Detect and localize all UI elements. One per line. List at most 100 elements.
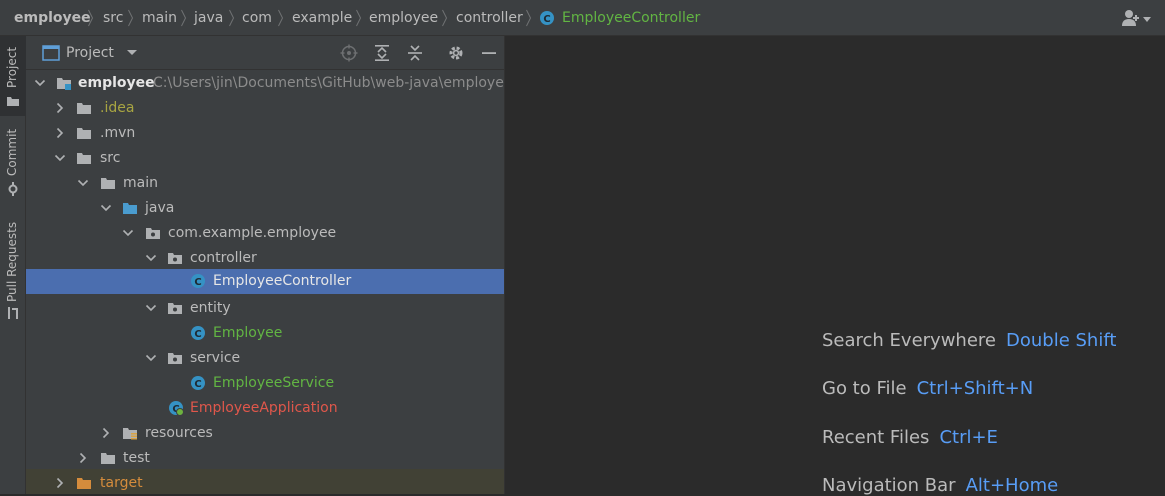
hint-shortcut: Ctrl+Shift+N: [916, 378, 1034, 399]
tree-label: com.example.employee: [168, 225, 337, 241]
hint-label: Navigation Bar: [822, 475, 956, 496]
chevron-down-icon[interactable]: [145, 302, 157, 314]
pull-request-icon: [6, 306, 20, 320]
hint-label: Recent Files: [822, 427, 930, 448]
folder-icon: [76, 125, 92, 141]
chevron-down-icon[interactable]: [122, 227, 134, 239]
folder-icon: [6, 94, 20, 108]
tree-row-service[interactable]: service: [26, 346, 504, 371]
tree-row-src[interactable]: src: [26, 146, 504, 171]
project-panel-title[interactable]: Project: [66, 45, 114, 61]
chevron-down-icon[interactable]: [34, 77, 46, 89]
class-icon: C: [190, 273, 206, 289]
editor-area: Search Everywhere Double Shift Go to File…: [505, 36, 1165, 496]
locate-file-icon[interactable]: [340, 44, 358, 62]
breadcrumb-separator-icon: [442, 9, 447, 27]
tree-row-test[interactable]: test: [26, 446, 504, 471]
tree-label: EmployeeController: [213, 273, 352, 289]
chevron-right-icon[interactable]: [54, 477, 66, 489]
tree-row-entity[interactable]: entity: [26, 296, 504, 321]
chevron-right-icon[interactable]: [54, 102, 66, 114]
tree-row-mvn[interactable]: .mvn: [26, 121, 504, 146]
breadcrumb-separator-icon: [526, 9, 531, 27]
stripe-tab-commit[interactable]: Commit: [0, 126, 26, 206]
chevron-right-icon[interactable]: [100, 427, 112, 439]
chevron-down-icon[interactable]: [145, 252, 157, 264]
breadcrumb-separator-icon: [88, 9, 93, 27]
breadcrumb-employee[interactable]: employee: [369, 10, 438, 26]
breadcrumb-main[interactable]: main: [142, 10, 177, 26]
tree-label: test: [123, 450, 150, 466]
tree-label: EmployeeService: [213, 375, 335, 391]
hint-label: Search Everywhere: [822, 330, 996, 351]
breadcrumb-com[interactable]: com: [242, 10, 272, 26]
breadcrumb-current-file[interactable]: EmployeeController: [562, 10, 700, 26]
tree-label: resources: [145, 425, 213, 441]
package-icon: [167, 350, 183, 366]
tree-label: Employee: [213, 325, 283, 341]
chevron-down-icon[interactable]: [145, 352, 157, 364]
excluded-folder-icon: [76, 475, 92, 491]
tree-row-root[interactable]: employee C:\Users\jin\Documents\GitHub\w…: [26, 71, 505, 96]
tree-row-controller[interactable]: controller: [26, 246, 504, 271]
collapse-all-icon[interactable]: [406, 44, 424, 62]
tree-label: src: [100, 150, 121, 166]
project-panel-header: Project: [26, 36, 504, 70]
hint-navigation-bar[interactable]: Navigation Bar Alt+Home: [822, 475, 1058, 496]
breadcrumb-separator-icon: [128, 9, 133, 27]
hint-recent-files[interactable]: Recent Files Ctrl+E: [822, 427, 998, 448]
chevron-right-icon[interactable]: [77, 452, 89, 464]
tree-row-package[interactable]: com.example.employee: [26, 221, 504, 246]
stripe-label-project: Project: [5, 46, 19, 88]
chevron-down-icon[interactable]: [54, 152, 66, 164]
tree-row-java[interactable]: java: [26, 196, 504, 221]
chevron-right-icon[interactable]: [54, 127, 66, 139]
spring-boot-class-icon: C: [168, 400, 184, 416]
stripe-label-commit: Commit: [5, 128, 19, 176]
package-icon: [167, 250, 183, 266]
chevron-down-icon[interactable]: [77, 177, 89, 189]
package-icon: [167, 300, 183, 316]
breadcrumb-separator-icon: [356, 9, 361, 27]
breadcrumb-java[interactable]: java: [194, 10, 223, 26]
tree-row-employee-application[interactable]: C EmployeeApplication: [26, 396, 504, 421]
folder-icon: [100, 175, 116, 191]
resources-folder-icon: [122, 425, 138, 441]
expand-all-icon[interactable]: [373, 44, 391, 62]
tree-label: controller: [190, 250, 257, 266]
tree-label: target: [100, 475, 143, 491]
module-folder-icon: [56, 75, 72, 91]
minimize-icon[interactable]: [480, 44, 498, 62]
tree-row-employee-service[interactable]: C EmployeeService: [26, 371, 504, 396]
gear-icon[interactable]: [447, 44, 465, 62]
folder-icon: [76, 100, 92, 116]
tree-row-idea[interactable]: .idea: [26, 96, 504, 121]
hint-shortcut: Ctrl+E: [939, 427, 998, 448]
breadcrumb-project[interactable]: employee: [14, 10, 91, 26]
chevron-down-icon[interactable]: [100, 202, 112, 214]
hint-go-to-file[interactable]: Go to File Ctrl+Shift+N: [822, 378, 1033, 399]
breadcrumb-src[interactable]: src: [103, 10, 123, 26]
class-icon: C: [539, 10, 555, 26]
tree-row-resources[interactable]: resources: [26, 421, 504, 446]
tree-row-target[interactable]: target: [26, 469, 504, 494]
stripe-tab-project[interactable]: Project: [0, 36, 26, 116]
folder-icon: [100, 450, 116, 466]
tree-row-main[interactable]: main: [26, 171, 504, 196]
class-icon: C: [190, 325, 206, 341]
tree-row-employee-controller[interactable]: C EmployeeController: [26, 269, 504, 294]
tree-root-path: C:\Users\jin\Documents\GitHub\web-java\e…: [153, 75, 505, 91]
tree-label: main: [123, 175, 158, 191]
svg-text:C: C: [194, 329, 201, 340]
breadcrumb-controller[interactable]: controller: [456, 10, 523, 26]
breadcrumb-example[interactable]: example: [292, 10, 352, 26]
tree-label: .idea: [100, 100, 135, 116]
folder-icon: [76, 150, 92, 166]
chevron-down-icon[interactable]: [126, 46, 144, 64]
stripe-tab-pull-requests[interactable]: Pull Requests: [0, 216, 26, 326]
svg-text:C: C: [194, 277, 201, 288]
hint-label: Go to File: [822, 378, 907, 399]
tree-row-employee[interactable]: C Employee: [26, 321, 504, 346]
user-icon[interactable]: [1121, 9, 1153, 27]
hint-search-everywhere[interactable]: Search Everywhere Double Shift: [822, 330, 1116, 351]
